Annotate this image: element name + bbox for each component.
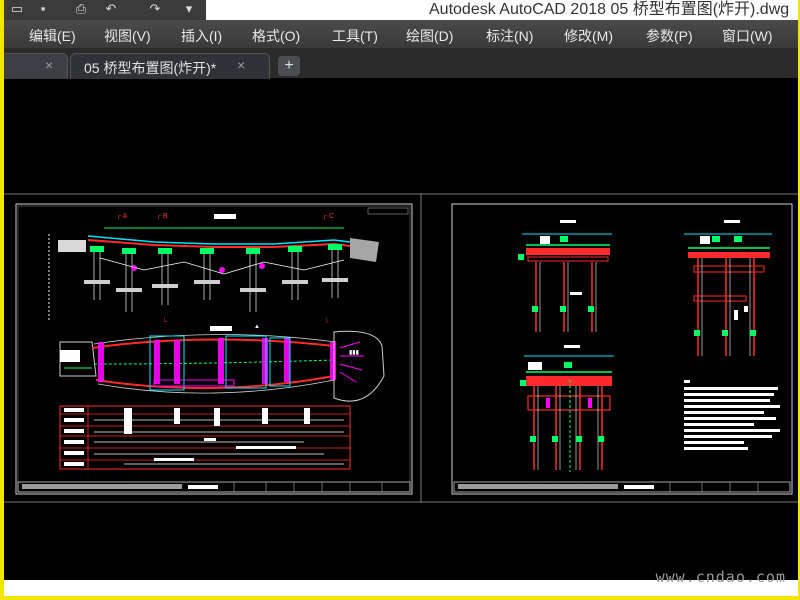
svg-text:┌ A: ┌ A bbox=[116, 213, 128, 220]
autocad-window: ▭ ▪ ⎙ ↶ ↷ ▾ Autodesk AutoCAD 2018 05 桥型布… bbox=[4, 0, 798, 596]
notes-block bbox=[684, 380, 780, 450]
menu-view[interactable]: 视图(V) bbox=[104, 26, 151, 46]
menu-draw[interactable]: 绘图(D) bbox=[406, 26, 453, 46]
dropdown-icon[interactable]: ▾ bbox=[180, 1, 198, 17]
menu-insert[interactable]: 插入(I) bbox=[181, 26, 222, 46]
menu-modify[interactable]: 修改(M) bbox=[564, 26, 613, 46]
window-title: Autodesk AutoCAD 2018 05 桥型布置图(炸开).dwg bbox=[429, 1, 790, 18]
section-a bbox=[518, 220, 612, 332]
menu-tools[interactable]: 工具(T) bbox=[332, 26, 378, 46]
drawing-canvas[interactable]: ┌ A ┌ B ┌ C ▲ └ └ ▮▮▮ bbox=[4, 80, 798, 580]
tab-drawing-label: 05 桥型布置图(炸开)* bbox=[84, 60, 217, 76]
left-sheet: ┌ A ┌ B ┌ C ▲ └ └ ▮▮▮ bbox=[15, 203, 413, 495]
right-sheet bbox=[451, 203, 793, 495]
menu-edit[interactable]: 编辑(E) bbox=[29, 26, 76, 46]
menu-format[interactable]: 格式(O) bbox=[252, 26, 300, 46]
menu-parametric[interactable]: 参数(P) bbox=[646, 26, 693, 46]
redo-icon[interactable]: ↷ bbox=[144, 1, 166, 17]
svg-text:└: └ bbox=[324, 317, 329, 326]
watermark: www.cndao.com bbox=[655, 568, 786, 586]
elevation-view: ┌ A ┌ B ┌ C ▲ bbox=[58, 213, 379, 330]
quick-access-toolbar: ▭ ▪ ⎙ ↶ ↷ ▾ bbox=[4, 0, 206, 20]
plan-view: └ └ ▮▮▮ bbox=[59, 317, 385, 402]
data-table bbox=[59, 405, 351, 470]
drawing-svg: ┌ A ┌ B ┌ C ▲ └ └ ▮▮▮ bbox=[4, 193, 798, 503]
section-c bbox=[520, 345, 614, 472]
title-bar: ▭ ▪ ⎙ ↶ ↷ ▾ Autodesk AutoCAD 2018 05 桥型布… bbox=[4, 0, 798, 20]
close-icon[interactable]: × bbox=[237, 57, 245, 73]
svg-text:▮▮▮: ▮▮▮ bbox=[349, 350, 359, 356]
close-icon[interactable]: × bbox=[45, 57, 53, 73]
svg-text:└: └ bbox=[162, 317, 167, 326]
svg-text:┌ C: ┌ C bbox=[322, 213, 334, 220]
menu-window[interactable]: 窗口(W) bbox=[722, 26, 773, 46]
save-icon[interactable]: ▪ bbox=[34, 1, 52, 17]
tab-start[interactable]: × bbox=[4, 53, 68, 79]
bottom-strip: www.cndao.com bbox=[4, 568, 798, 596]
menu-bar: 编辑(E) 视图(V) 插入(I) 格式(O) 工具(T) 绘图(D) 标注(N… bbox=[4, 20, 798, 48]
tab-drawing[interactable]: 05 桥型布置图(炸开)* × bbox=[70, 53, 270, 79]
svg-text:▲: ▲ bbox=[254, 324, 260, 330]
svg-text:┌ B: ┌ B bbox=[156, 213, 168, 220]
undo-icon[interactable]: ↶ bbox=[100, 1, 122, 17]
new-tab-button[interactable]: + bbox=[278, 56, 300, 76]
print-icon[interactable]: ⎙ bbox=[70, 1, 92, 17]
file-tab-bar: × 05 桥型布置图(炸开)* × + bbox=[4, 48, 798, 79]
open-icon[interactable]: ▭ bbox=[8, 1, 26, 17]
menu-dimension[interactable]: 标注(N) bbox=[486, 26, 533, 46]
section-b bbox=[684, 220, 772, 356]
